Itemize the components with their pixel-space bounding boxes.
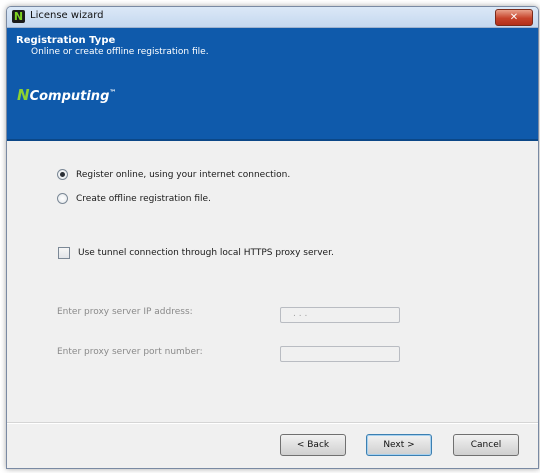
- ncomputing-logo: NComputing™: [17, 86, 116, 104]
- use-tunnel-checkbox[interactable]: [58, 247, 70, 259]
- ncomputing-app-icon: N: [12, 10, 25, 23]
- register-online-label: Register online, using your internet con…: [76, 169, 291, 180]
- use-tunnel-option[interactable]: Use tunnel connection through local HTTP…: [58, 247, 334, 259]
- create-offline-radio[interactable]: [57, 193, 68, 204]
- close-button[interactable]: ✕: [495, 9, 533, 26]
- next-button[interactable]: Next >: [366, 434, 432, 456]
- cancel-button[interactable]: Cancel: [453, 434, 519, 456]
- proxy-ip-label: Enter proxy server IP address:: [57, 307, 193, 317]
- logo-n: N: [17, 86, 30, 104]
- proxy-ip-input[interactable]: . . .: [280, 307, 400, 323]
- proxy-port-input[interactable]: [280, 346, 400, 362]
- register-online-radio[interactable]: [57, 169, 68, 180]
- create-offline-option[interactable]: Create offline registration file.: [57, 193, 211, 204]
- page-title: Registration Type: [16, 35, 116, 46]
- license-wizard-window: N License wizard ✕ Registration Type Onl…: [6, 6, 539, 469]
- logo-trademark: ™: [109, 88, 117, 97]
- footer-divider: [7, 422, 538, 424]
- window-title: License wizard: [30, 10, 104, 21]
- title-bar[interactable]: N License wizard ✕: [7, 7, 538, 28]
- use-tunnel-label: Use tunnel connection through local HTTP…: [78, 248, 334, 258]
- wizard-header: Registration Type Online or create offli…: [7, 28, 538, 141]
- create-offline-label: Create offline registration file.: [76, 193, 211, 204]
- back-button[interactable]: < Back: [280, 434, 346, 456]
- logo-text: Computing: [29, 89, 110, 104]
- page-subtitle: Online or create offline registration fi…: [31, 47, 209, 57]
- proxy-port-label: Enter proxy server port number:: [57, 347, 203, 357]
- register-online-option[interactable]: Register online, using your internet con…: [57, 169, 290, 180]
